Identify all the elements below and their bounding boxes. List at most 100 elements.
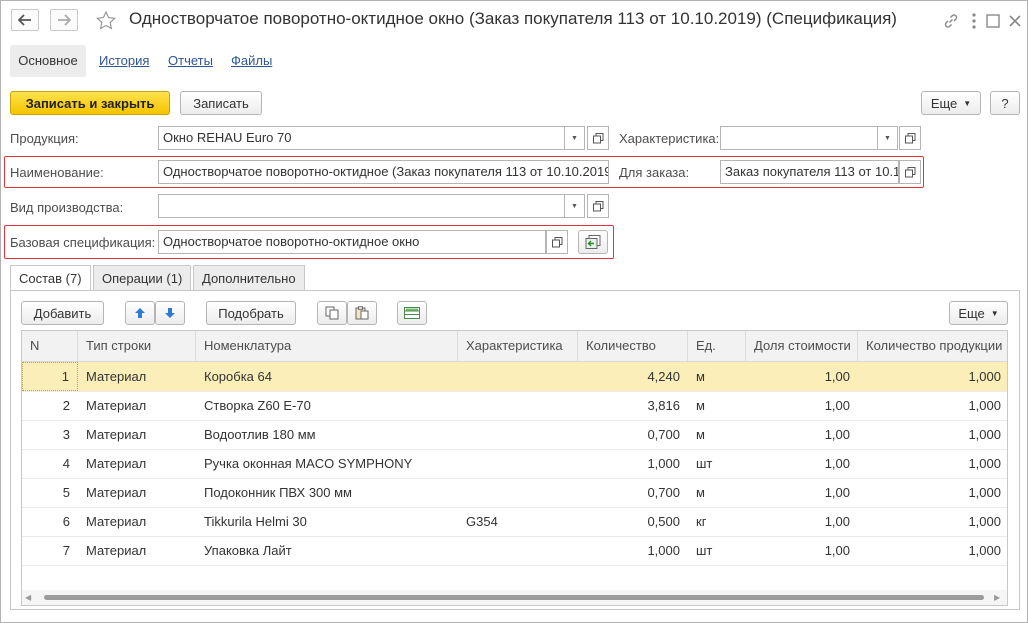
cell-n[interactable]: 3 <box>22 420 78 449</box>
cell-cost-share[interactable]: 1,00 <box>746 391 858 420</box>
cell-cost-share[interactable]: 1,00 <box>746 507 858 536</box>
cell-product-qty[interactable]: 1,000 <box>858 507 1007 536</box>
table-row[interactable]: 7 Материал Упаковка Лайт 1,000 шт 1,00 1,000 <box>22 536 1007 566</box>
cell-characteristic[interactable] <box>458 478 578 507</box>
cell-characteristic[interactable] <box>458 449 578 478</box>
help-button[interactable]: ? <box>990 91 1020 115</box>
cell-characteristic[interactable] <box>458 536 578 565</box>
cell-row-type[interactable]: Материал <box>78 391 196 420</box>
table-row[interactable]: 4 Материал Ручка оконная MACO SYMPHONY 1,00… <box>22 449 1007 479</box>
production-type-open-button[interactable] <box>587 194 609 218</box>
cell-product-qty[interactable]: 1,000 <box>858 536 1007 565</box>
order-field[interactable]: Заказ покупателя 113 от 10.10.2019 <box>720 160 899 184</box>
cell-unit[interactable]: м <box>688 420 746 449</box>
cell-row-type[interactable]: Материал <box>78 478 196 507</box>
forward-button[interactable] <box>50 9 78 31</box>
table-row[interactable]: 2 Материал Створка Z60 E-70 3,816 м 1,00 1,000 <box>22 391 1007 421</box>
cell-n[interactable]: 6 <box>22 507 78 536</box>
cell-cost-share[interactable]: 1,00 <box>746 478 858 507</box>
tab-files[interactable]: Файлы <box>231 53 272 68</box>
cell-item[interactable]: Tikkurila Helmi 30 <box>196 507 458 536</box>
cell-item[interactable]: Ручка оконная MACO SYMPHONY <box>196 449 458 478</box>
paste-button[interactable] <box>347 301 377 325</box>
cell-row-type[interactable]: Материал <box>78 536 196 565</box>
cell-characteristic[interactable]: G354 <box>458 507 578 536</box>
cell-row-type[interactable]: Материал <box>78 449 196 478</box>
back-button[interactable] <box>11 9 39 31</box>
cell-item[interactable]: Коробка 64 <box>196 362 458 391</box>
cell-unit[interactable]: шт <box>688 536 746 565</box>
col-header-characteristic[interactable]: Характеристика <box>458 331 578 361</box>
tab-main[interactable]: Основное <box>10 45 86 77</box>
name-field[interactable]: Одностворчатое поворотно-октидное (Заказ… <box>158 160 609 184</box>
base-spec-open-button[interactable] <box>546 230 568 254</box>
product-open-button[interactable] <box>587 126 609 150</box>
table-more-button[interactable]: Еще ▼ <box>949 301 1008 325</box>
favorite-button[interactable] <box>95 10 117 30</box>
col-header-product-qty[interactable]: Количество продукции <box>858 331 1007 361</box>
cell-unit[interactable]: м <box>688 391 746 420</box>
save-and-close-button[interactable]: Записать и закрыть <box>10 91 170 115</box>
link-button[interactable] <box>941 11 961 31</box>
cell-quantity[interactable]: 0,500 <box>578 507 688 536</box>
table-row[interactable]: 3 Материал Водоотлив 180 мм 0,700 м 1,00 1,000 <box>22 420 1007 450</box>
base-spec-field[interactable]: Одностворчатое поворотно-октидное окно <box>158 230 546 254</box>
characteristic-open-button[interactable] <box>899 126 921 150</box>
tab-reports[interactable]: Отчеты <box>168 53 213 68</box>
horizontal-scrollbar[interactable]: ◀ ▶ <box>22 590 1007 605</box>
production-type-field[interactable] <box>158 194 565 218</box>
table-row[interactable]: 5 Материал Подоконник ПВХ 300 мм 0,700 м 1,00… <box>22 478 1007 508</box>
cell-characteristic[interactable] <box>458 362 578 391</box>
fill-from-spec-button[interactable] <box>578 230 608 254</box>
col-header-quantity[interactable]: Количество <box>578 331 688 361</box>
production-type-dropdown[interactable]: ▼ <box>565 194 585 218</box>
move-down-button[interactable] <box>155 301 185 325</box>
save-button[interactable]: Записать <box>180 91 262 115</box>
cell-quantity[interactable]: 0,700 <box>578 420 688 449</box>
cell-item[interactable]: Водоотлив 180 мм <box>196 420 458 449</box>
more-actions-button[interactable] <box>967 11 981 31</box>
cell-n[interactable]: 4 <box>22 449 78 478</box>
cell-cost-share[interactable]: 1,00 <box>746 536 858 565</box>
cell-quantity[interactable]: 0,700 <box>578 478 688 507</box>
copy-button[interactable] <box>317 301 347 325</box>
close-button[interactable] <box>1005 11 1025 31</box>
cell-product-qty[interactable]: 1,000 <box>858 391 1007 420</box>
maximize-button[interactable] <box>983 11 1003 31</box>
scrollbar-thumb[interactable] <box>44 595 984 600</box>
cell-n[interactable]: 7 <box>22 536 78 565</box>
cell-n[interactable]: 5 <box>22 478 78 507</box>
cell-quantity[interactable]: 3,816 <box>578 391 688 420</box>
cell-characteristic[interactable] <box>458 420 578 449</box>
table-row[interactable]: 6 Материал Tikkurila Helmi 30 G354 0,500 кг 1,… <box>22 507 1007 537</box>
col-header-item[interactable]: Номенклатура <box>196 331 458 361</box>
add-row-button[interactable]: Добавить <box>21 301 104 325</box>
col-header-unit[interactable]: Ед. <box>688 331 746 361</box>
cell-quantity[interactable]: 4,240 <box>578 362 688 391</box>
cell-cost-share[interactable]: 1,00 <box>746 420 858 449</box>
scroll-right-icon[interactable]: ▶ <box>994 593 1000 602</box>
move-up-button[interactable] <box>125 301 155 325</box>
cell-row-type[interactable]: Материал <box>78 420 196 449</box>
cell-item[interactable]: Створка Z60 E-70 <box>196 391 458 420</box>
cell-n[interactable]: 2 <box>22 391 78 420</box>
characteristic-field[interactable] <box>720 126 878 150</box>
pick-button[interactable]: Подобрать <box>206 301 296 325</box>
cell-row-type[interactable]: Материал <box>78 362 196 391</box>
cell-row-type[interactable]: Материал <box>78 507 196 536</box>
cell-item[interactable]: Упаковка Лайт <box>196 536 458 565</box>
cell-quantity[interactable]: 1,000 <box>578 449 688 478</box>
cell-unit[interactable]: кг <box>688 507 746 536</box>
cell-cost-share[interactable]: 1,00 <box>746 362 858 391</box>
table-row[interactable]: 1 Материал Коробка 64 4,240 м 1,00 1,000 <box>22 362 1007 392</box>
tab-operations[interactable]: Операции (1) <box>93 265 192 291</box>
scroll-left-icon[interactable]: ◀ <box>25 593 31 602</box>
cell-n[interactable]: 1 <box>22 362 78 391</box>
cell-item[interactable]: Подоконник ПВХ 300 мм <box>196 478 458 507</box>
cell-product-qty[interactable]: 1,000 <box>858 362 1007 391</box>
cell-product-qty[interactable]: 1,000 <box>858 478 1007 507</box>
cell-unit[interactable]: м <box>688 478 746 507</box>
cell-product-qty[interactable]: 1,000 <box>858 420 1007 449</box>
cell-characteristic[interactable] <box>458 391 578 420</box>
col-header-n[interactable]: N <box>22 331 78 361</box>
